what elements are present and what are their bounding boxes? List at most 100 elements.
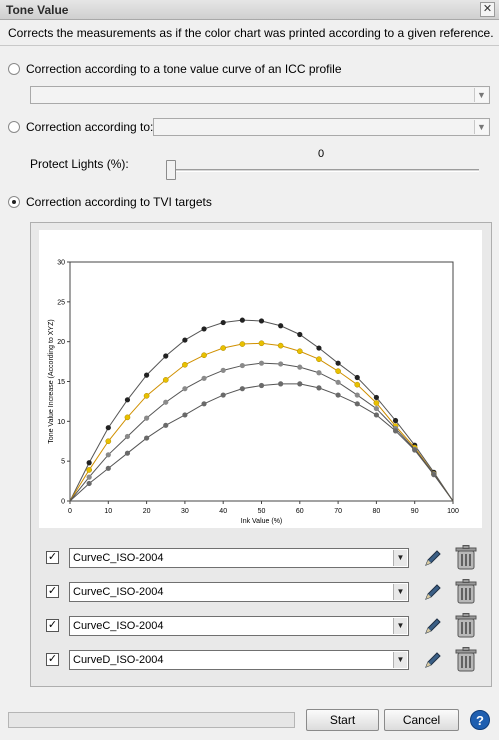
data-point <box>354 401 360 407</box>
data-point <box>258 360 265 366</box>
pencil-icon[interactable] <box>423 616 443 636</box>
curve-row: ✓ CurveC_ISO-2004 ▼ <box>46 579 486 605</box>
data-point <box>143 392 150 399</box>
title-bar: Tone Value ✕ <box>0 0 499 20</box>
curve-select[interactable]: CurveC_ISO-2004 ▼ <box>69 582 409 602</box>
data-point <box>239 341 246 347</box>
cancel-button[interactable]: Cancel <box>384 709 459 731</box>
trash-icon[interactable] <box>455 579 477 605</box>
data-point <box>316 356 322 363</box>
data-point <box>163 353 169 359</box>
x-tick-label: 80 <box>373 508 381 515</box>
data-point <box>182 412 188 418</box>
data-point <box>335 392 341 398</box>
data-point <box>431 472 437 478</box>
data-point <box>201 401 207 407</box>
pencil-icon[interactable] <box>423 582 443 602</box>
icc-profile-select[interactable]: ▼ <box>30 86 490 104</box>
curve-select-value: CurveC_ISO-2004 <box>73 586 164 598</box>
curve-checkbox[interactable]: ✓ <box>46 585 59 598</box>
series-line <box>69 319 454 502</box>
y-tick-label: 30 <box>57 260 65 267</box>
data-point <box>105 452 111 458</box>
data-point <box>86 474 92 480</box>
y-tick-label: 25 <box>57 299 65 306</box>
data-point <box>316 345 322 351</box>
data-point <box>392 428 399 434</box>
y-tick-label: 15 <box>57 379 65 386</box>
y-axis-label: Tone Value Increase (According to XYZ) <box>48 319 55 443</box>
chevron-down-icon: ▼ <box>393 584 407 600</box>
x-tick-label: 10 <box>104 508 112 515</box>
trash-icon[interactable] <box>455 613 477 639</box>
curve-select[interactable]: CurveC_ISO-2004 ▼ <box>69 616 409 636</box>
y-tick-label: 5 <box>61 459 65 466</box>
curve-checkbox[interactable]: ✓ <box>46 551 59 564</box>
data-point <box>354 381 361 388</box>
y-tick-label: 10 <box>57 419 65 426</box>
radio-according-row[interactable]: Correction according to: <box>8 120 153 134</box>
curve-select-value: CurveC_ISO-2004 <box>73 620 164 632</box>
data-point <box>373 400 380 406</box>
data-point <box>86 460 92 466</box>
radio-according-label: Correction according to: <box>26 120 154 134</box>
trash-icon[interactable] <box>455 545 477 571</box>
start-button[interactable]: Start <box>306 709 379 731</box>
data-point <box>316 385 322 391</box>
radio-tvi[interactable] <box>8 196 20 208</box>
protect-lights-label: Protect Lights (%): <box>30 157 129 171</box>
x-tick-label: 70 <box>334 508 342 515</box>
data-point <box>373 394 379 401</box>
data-point <box>182 361 188 368</box>
y-tick-label: 0 <box>61 499 65 506</box>
chevron-down-icon: ▼ <box>474 88 488 102</box>
x-tick-label: 30 <box>181 508 189 515</box>
data-point <box>335 379 341 385</box>
curve-checkbox[interactable]: ✓ <box>46 653 59 666</box>
progress-bar <box>8 712 295 728</box>
x-tick-label: 100 <box>447 508 459 515</box>
slider-thumb[interactable] <box>166 160 176 180</box>
curve-select[interactable]: CurveC_ISO-2004 ▼ <box>69 548 409 568</box>
x-tick-label: 40 <box>219 508 227 515</box>
protect-lights-slider[interactable] <box>167 169 479 172</box>
chevron-down-icon: ▼ <box>393 618 407 634</box>
radio-icc-row[interactable]: Correction according to a tone value cur… <box>8 62 342 76</box>
radio-tvi-row[interactable]: Correction according to TVI targets <box>8 195 212 209</box>
pencil-icon[interactable] <box>423 650 443 670</box>
data-point <box>162 377 169 383</box>
data-point <box>220 392 226 398</box>
x-tick-label: 90 <box>411 508 419 515</box>
data-point <box>163 422 169 428</box>
data-point <box>354 374 360 381</box>
description-text: Corrects the measurements as if the colo… <box>8 26 494 40</box>
data-point <box>354 392 360 398</box>
reference-select[interactable]: ▼ <box>153 118 490 136</box>
pencil-icon[interactable] <box>423 548 443 568</box>
data-point <box>373 405 379 412</box>
help-icon[interactable]: ? <box>470 710 490 730</box>
curve-select[interactable]: CurveD_ISO-2004 ▼ <box>69 650 409 670</box>
close-button[interactable]: ✕ <box>480 2 495 17</box>
curve-checkbox[interactable]: ✓ <box>46 619 59 632</box>
data-point <box>258 318 265 324</box>
data-point <box>373 412 379 418</box>
data-point <box>201 375 207 381</box>
radio-icc[interactable] <box>8 63 20 75</box>
tvi-chart-svg: 0 10 20 30 40 50 60 70 80 90 100 0 5 10 15 20 25 30 Ink Va… <box>48 260 459 526</box>
data-point <box>220 367 226 373</box>
data-point <box>316 370 322 376</box>
x-tick-label: 60 <box>296 508 304 515</box>
radio-according[interactable] <box>8 121 20 133</box>
trash-icon[interactable] <box>455 647 477 673</box>
protect-lights-value: 0 <box>318 148 325 160</box>
x-tick-label: 20 <box>143 508 151 515</box>
data-point <box>239 317 245 323</box>
data-point <box>412 447 418 453</box>
data-point <box>105 465 111 471</box>
data-point <box>144 415 150 421</box>
data-point <box>220 319 226 326</box>
data-point <box>297 381 303 387</box>
data-point <box>278 361 284 367</box>
y-tick-label: 20 <box>57 339 65 346</box>
